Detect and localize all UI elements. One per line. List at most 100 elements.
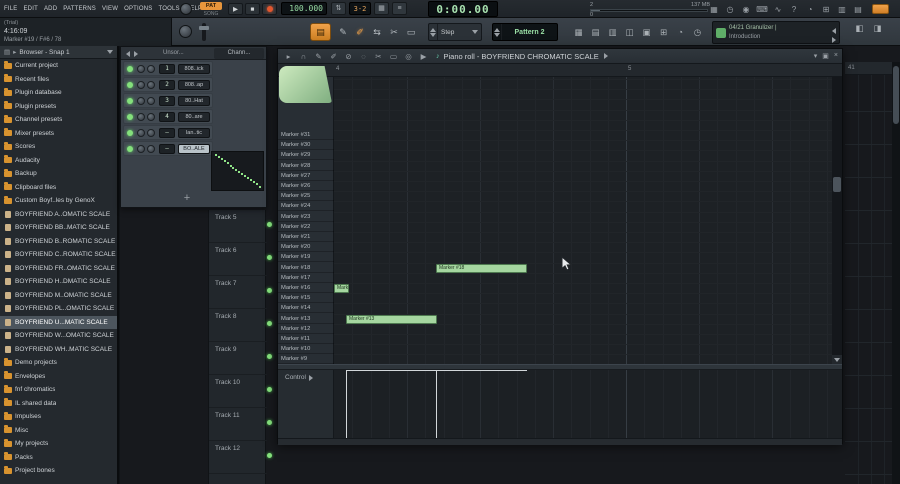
channel-pan-knob[interactable] xyxy=(137,129,145,137)
piano-roll-icon[interactable]: ▤ xyxy=(589,27,602,38)
menu-edit[interactable]: EDIT xyxy=(23,6,37,12)
channel-name-button[interactable]: lan..tic xyxy=(178,128,210,138)
event-grid[interactable] xyxy=(334,370,832,438)
browser-item[interactable]: BOYFRIEND M..OMATIC SCALE xyxy=(0,289,117,303)
channel-number-button[interactable]: — xyxy=(159,128,175,138)
browser-item[interactable]: Scores xyxy=(0,140,117,154)
mute-tool-icon[interactable]: ◌ xyxy=(357,52,370,61)
menu-patterns[interactable]: PATTERNS xyxy=(63,6,96,12)
key-label[interactable]: Marker #22 xyxy=(278,222,334,232)
key-label[interactable]: Marker #21 xyxy=(278,232,334,242)
channel-name-button[interactable]: 808..ap xyxy=(178,80,210,90)
channel-name-button[interactable]: 808..ick xyxy=(178,64,210,74)
key-label[interactable]: Marker #19 xyxy=(278,252,334,263)
track-header[interactable]: Track 7 xyxy=(209,276,267,309)
browser-item[interactable]: BOYFRIEND B..ROMATIC SCALE xyxy=(0,235,117,249)
midi-note[interactable]: Marker #13 xyxy=(346,314,437,324)
channel-row[interactable]: 3 80..Hat xyxy=(123,93,213,108)
channel-name-button[interactable]: 80..Hat xyxy=(178,96,210,106)
pattern-mode-button[interactable]: PAT xyxy=(200,2,222,10)
pattern-spinner[interactable] xyxy=(493,24,502,40)
record-button[interactable] xyxy=(262,3,277,15)
channel-led[interactable] xyxy=(127,146,133,152)
zoom-tool-icon[interactable]: ◎ xyxy=(402,52,415,61)
pattern-arrows-button[interactable]: ⇅ xyxy=(331,2,346,15)
browser-item[interactable]: Project bones xyxy=(0,464,117,478)
channel-row[interactable]: 1 808..ick xyxy=(123,61,213,76)
track-header[interactable]: Track 8 xyxy=(209,309,267,342)
snap-magnet-icon[interactable]: ∩ xyxy=(297,52,310,61)
browser-item[interactable]: fnf chromatics xyxy=(0,383,117,397)
note-grid[interactable]: Marker #18 Mark. Marker #13 xyxy=(334,77,832,364)
detached-windows-icon[interactable]: ◧ xyxy=(853,23,866,34)
channel-number-button[interactable]: 2 xyxy=(159,80,175,90)
scrollbar-thumb[interactable] xyxy=(893,66,899,124)
browser-item[interactable]: Channel presets xyxy=(0,113,117,127)
mixer-panel-icon[interactable]: ◫ xyxy=(623,27,636,38)
menu-options[interactable]: OPTIONS xyxy=(124,6,152,12)
channel-volume-knob[interactable] xyxy=(147,129,155,137)
options-icon[interactable]: ▾ xyxy=(814,52,818,60)
midi-note[interactable]: Marker #18 xyxy=(436,263,527,273)
track-led[interactable] xyxy=(267,321,272,326)
key-label[interactable]: Marker #29 xyxy=(278,150,334,161)
key-label[interactable]: Marker #15 xyxy=(278,293,334,304)
browser-item[interactable]: Plugin presets xyxy=(0,100,117,114)
key-label[interactable]: Marker #12 xyxy=(278,324,334,334)
browser-item[interactable]: Clipboard files xyxy=(0,181,117,195)
track-led[interactable] xyxy=(267,222,272,227)
key-label[interactable]: Marker #24 xyxy=(278,201,334,212)
browser-item[interactable]: BOYFRIEND FR..OMATIC SCALE xyxy=(0,262,117,276)
swing-knob[interactable] xyxy=(179,25,192,38)
browser-item[interactable]: BOYFRIEND BB..MATIC SCALE xyxy=(0,221,117,235)
channel-number-button[interactable]: 4 xyxy=(159,112,175,122)
select-tool-icon[interactable]: ▭ xyxy=(387,52,400,61)
browser-item[interactable]: My projects xyxy=(0,437,117,451)
pattern-selector[interactable]: Pattern 2 xyxy=(492,23,558,41)
browser-toggle-icon[interactable]: ▤ xyxy=(852,5,864,14)
rack-tab[interactable]: Chann... xyxy=(214,48,264,59)
mixer-icon[interactable]: ▥ xyxy=(836,5,848,14)
channel-volume-knob[interactable] xyxy=(147,145,155,153)
channel-row[interactable]: — lan..tic xyxy=(123,125,213,140)
track-led[interactable] xyxy=(267,288,272,293)
add-channel-button[interactable]: + xyxy=(179,191,195,205)
browser-panel-icon[interactable]: ▣ xyxy=(640,27,653,38)
channel-number-button[interactable]: — xyxy=(159,144,175,154)
browser-nav-icon[interactable]: ▸ xyxy=(13,48,16,56)
slide-tool-icon[interactable]: ⇆ xyxy=(370,23,384,41)
time-display[interactable]: 0:00.00 xyxy=(428,1,498,17)
channel-pan-knob[interactable] xyxy=(137,113,145,121)
menu-arrow-icon[interactable]: ▸ xyxy=(282,52,295,61)
channel-number-button[interactable]: 3 xyxy=(159,96,175,106)
piano-roll-scrollbar[interactable] xyxy=(832,77,842,364)
channel-volume-knob[interactable] xyxy=(147,81,155,89)
key-label[interactable]: Marker #27 xyxy=(278,171,334,181)
browser-menu-icon[interactable]: ▤ xyxy=(4,48,10,56)
key-name-column[interactable]: Marker #31 Marker #30 Marker #29 Marker #28… xyxy=(278,77,334,364)
channel-name-button[interactable]: 80..are xyxy=(178,112,210,122)
channel-row[interactable]: 4 80..are xyxy=(123,109,213,124)
key-label[interactable]: Marker #16 xyxy=(278,283,334,293)
slice-tool-icon[interactable]: ✂ xyxy=(372,52,385,61)
track-header[interactable]: Track 11 xyxy=(209,408,267,441)
track-led[interactable] xyxy=(267,387,272,392)
playlist-timeline[interactable]: 41 xyxy=(845,62,892,75)
browser-item[interactable]: Audacity xyxy=(0,154,117,168)
master-pitch-slider[interactable] xyxy=(199,23,209,41)
plugin-database-icon[interactable]: ⊞ xyxy=(657,27,670,38)
channel-led[interactable] xyxy=(127,130,133,136)
draw-tool-icon[interactable]: ✎ xyxy=(336,23,350,41)
browser-item[interactable]: Current project xyxy=(0,59,117,73)
browser-item[interactable]: Mixer presets xyxy=(0,127,117,141)
menu-view[interactable]: VIEW xyxy=(102,6,118,12)
track-header[interactable]: Track 9 xyxy=(209,342,267,375)
rack-next-icon[interactable] xyxy=(134,51,138,57)
key-label[interactable]: Marker #20 xyxy=(278,242,334,253)
snap-selector[interactable]: Step xyxy=(428,23,482,41)
key-label[interactable]: Marker #25 xyxy=(278,191,334,202)
track-led[interactable] xyxy=(267,453,272,458)
fl-badge[interactable] xyxy=(872,4,889,14)
key-label[interactable]: Marker #26 xyxy=(278,181,334,191)
control-target-selector[interactable]: Control xyxy=(278,370,334,438)
